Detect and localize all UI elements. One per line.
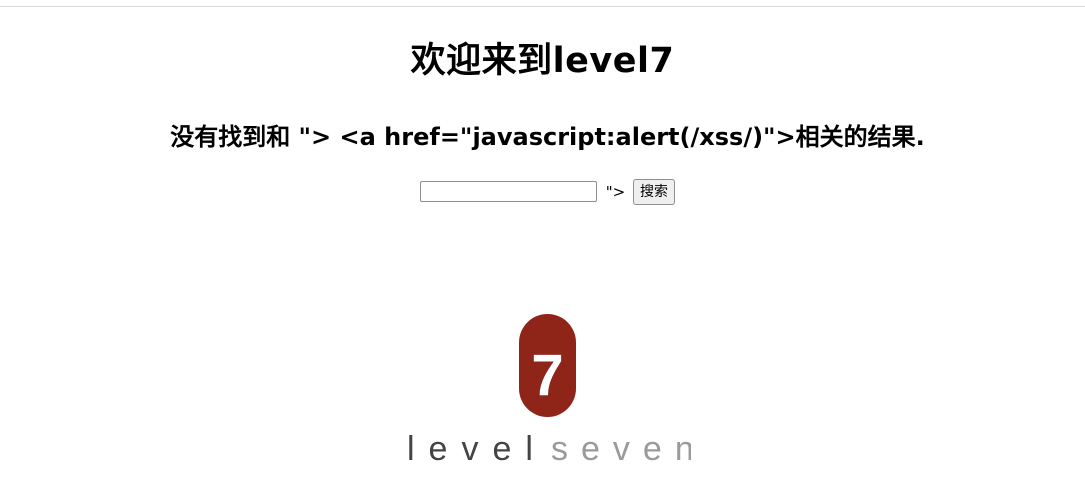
top-border bbox=[0, 0, 1085, 7]
level-seven-logo: 7 level seven bbox=[406, 312, 691, 464]
search-result-message: 没有找到和 "> <a href="javascript:alert(/xss/… bbox=[170, 123, 925, 151]
logo-number: 7 bbox=[531, 343, 563, 408]
logo-word-level: level bbox=[407, 430, 547, 464]
logo-word-seven: seven bbox=[551, 430, 691, 464]
level-seven-logo-graphic: 7 level seven bbox=[407, 314, 691, 464]
search-form: "> 搜索 bbox=[0, 178, 1085, 206]
page-title: 欢迎来到level7 bbox=[410, 41, 675, 81]
search-suffix-text: "> bbox=[605, 182, 626, 201]
search-input[interactable] bbox=[419, 181, 597, 202]
search-button[interactable]: 搜索 bbox=[633, 178, 676, 205]
